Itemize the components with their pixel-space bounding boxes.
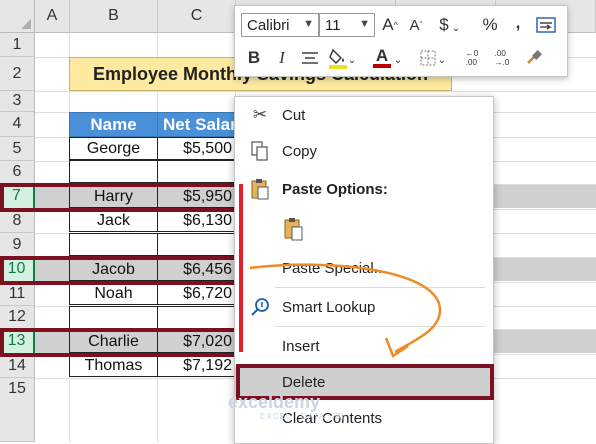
annotation-arrow	[249, 263, 442, 358]
watermark-brand: exceldemy	[228, 392, 321, 412]
watermark-tagline: EXCEL · DATA · BI	[260, 412, 345, 421]
watermark-logo: exceldemy	[228, 392, 320, 413]
